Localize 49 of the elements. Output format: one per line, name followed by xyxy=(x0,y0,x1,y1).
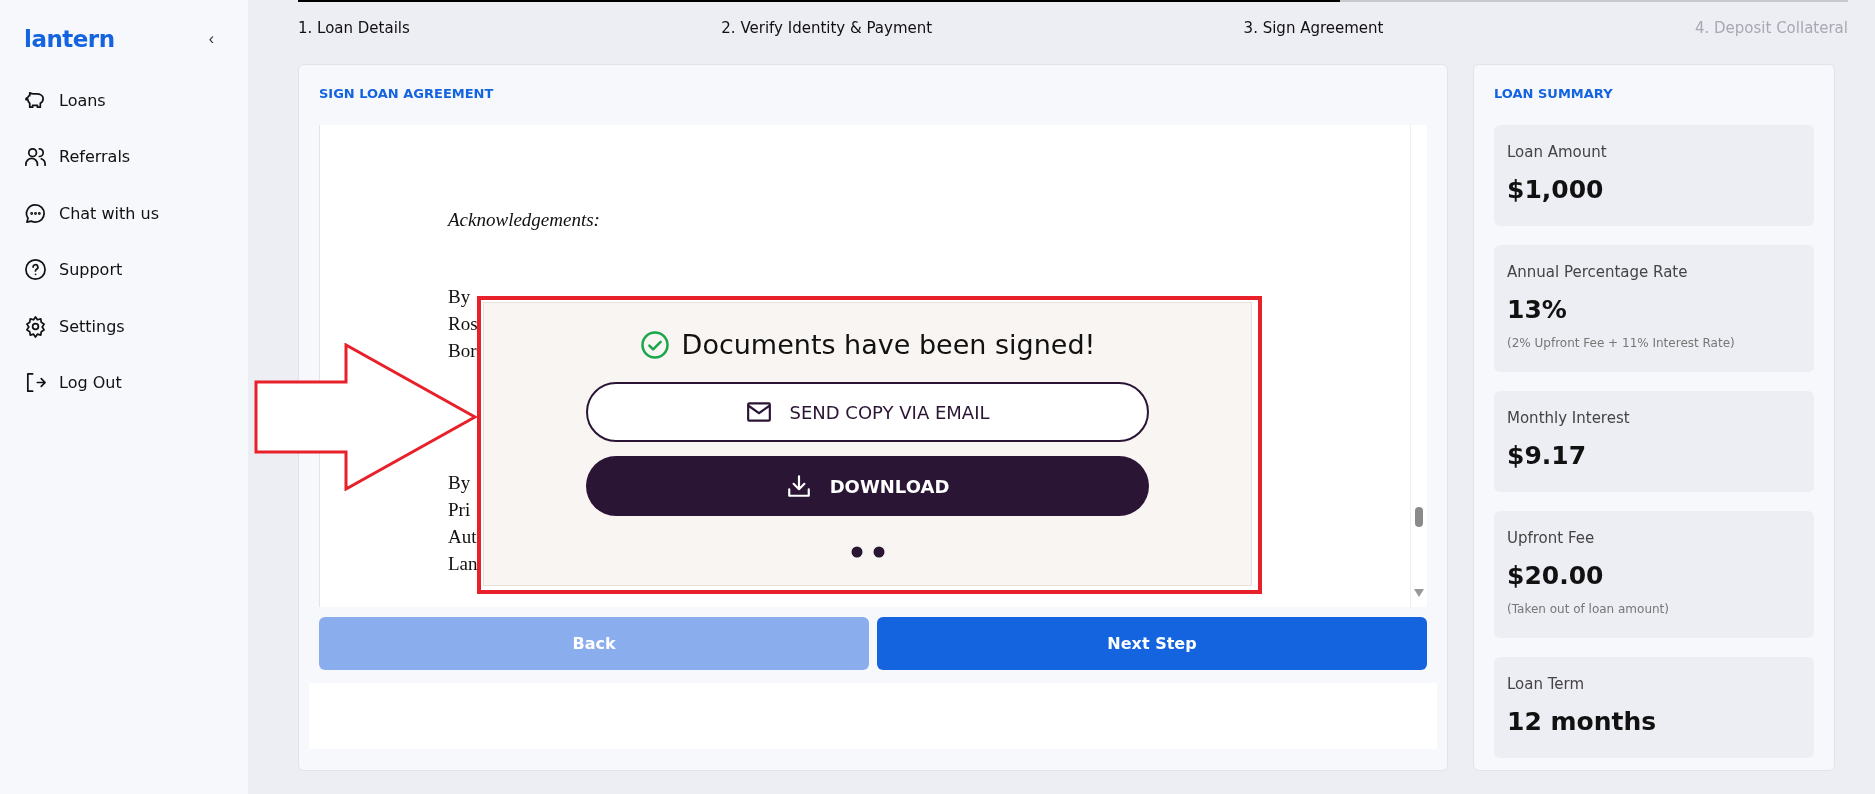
settings-icon xyxy=(24,314,47,338)
scrollbar-thumb[interactable] xyxy=(1415,507,1423,527)
mail-icon xyxy=(745,399,772,425)
sidebar-item[interactable]: Referrals xyxy=(24,128,248,185)
summary-label: Annual Percentage Rate xyxy=(1507,263,1689,281)
dialog-title: Documents have been signed! xyxy=(681,329,1096,360)
download-icon xyxy=(785,473,812,499)
step-label: 1. Loan Details xyxy=(298,19,410,37)
download-button[interactable]: DOWNLOAD xyxy=(586,456,1149,516)
logo[interactable]: lantern xyxy=(24,26,115,52)
document-text: Pri xyxy=(448,498,471,522)
sidebar-item[interactable]: Support xyxy=(24,241,248,298)
summary-note: (2% Upfront Fee + 11% Interest Rate) xyxy=(1507,336,1736,350)
sidebar-item[interactable]: Chat with us xyxy=(24,185,248,242)
help-icon xyxy=(24,258,47,282)
summary-label: Upfront Fee xyxy=(1507,529,1596,547)
check-circle-icon xyxy=(639,329,670,360)
document-text: Lan xyxy=(448,552,478,576)
document-text: Bor xyxy=(448,339,477,363)
sidebar-item[interactable]: Loans xyxy=(24,72,248,129)
loading-dots-icon xyxy=(850,546,885,558)
step-label: 4. Deposit Collateral xyxy=(1694,19,1848,37)
logout-icon xyxy=(24,371,47,395)
document-text: By xyxy=(448,285,471,309)
summary-label: Monthly Interest xyxy=(1507,409,1631,427)
summary-value: 12 months xyxy=(1507,707,1658,736)
step-label: 3. Sign Agreement xyxy=(1243,19,1384,37)
document-text: By xyxy=(448,471,471,495)
summary-value: $1,000 xyxy=(1507,175,1605,204)
document-text: Aut xyxy=(448,525,477,549)
summary-label: Loan Amount xyxy=(1507,143,1608,161)
summary-label: Loan Term xyxy=(1507,675,1586,693)
step-label: 2. Verify Identity & Payment xyxy=(721,19,933,37)
chat-bubble-icon xyxy=(24,201,47,225)
next-button[interactable]: Next Step xyxy=(877,617,1427,670)
summary-value: $9.17 xyxy=(1507,441,1588,470)
email-button[interactable]: SEND COPY VIA EMAIL xyxy=(586,382,1149,442)
sidebar-item[interactable]: Settings xyxy=(24,298,248,355)
summary-value: 13% xyxy=(1507,295,1568,324)
document-text: Ros xyxy=(448,312,478,336)
section-title: LOAN SUMMARY xyxy=(1494,86,1614,101)
document-text: Acknowledgements: xyxy=(448,209,600,231)
sidebar-item[interactable]: Log Out xyxy=(24,354,248,411)
collapse-button[interactable]: ‹ xyxy=(208,30,214,48)
people-icon xyxy=(24,145,47,169)
summary-value: $20.00 xyxy=(1507,561,1605,590)
scroll-down-icon[interactable] xyxy=(1414,589,1424,597)
summary-note: (Taken out of loan amount) xyxy=(1507,602,1670,616)
section-title: SIGN LOAN AGREEMENT xyxy=(319,86,495,101)
